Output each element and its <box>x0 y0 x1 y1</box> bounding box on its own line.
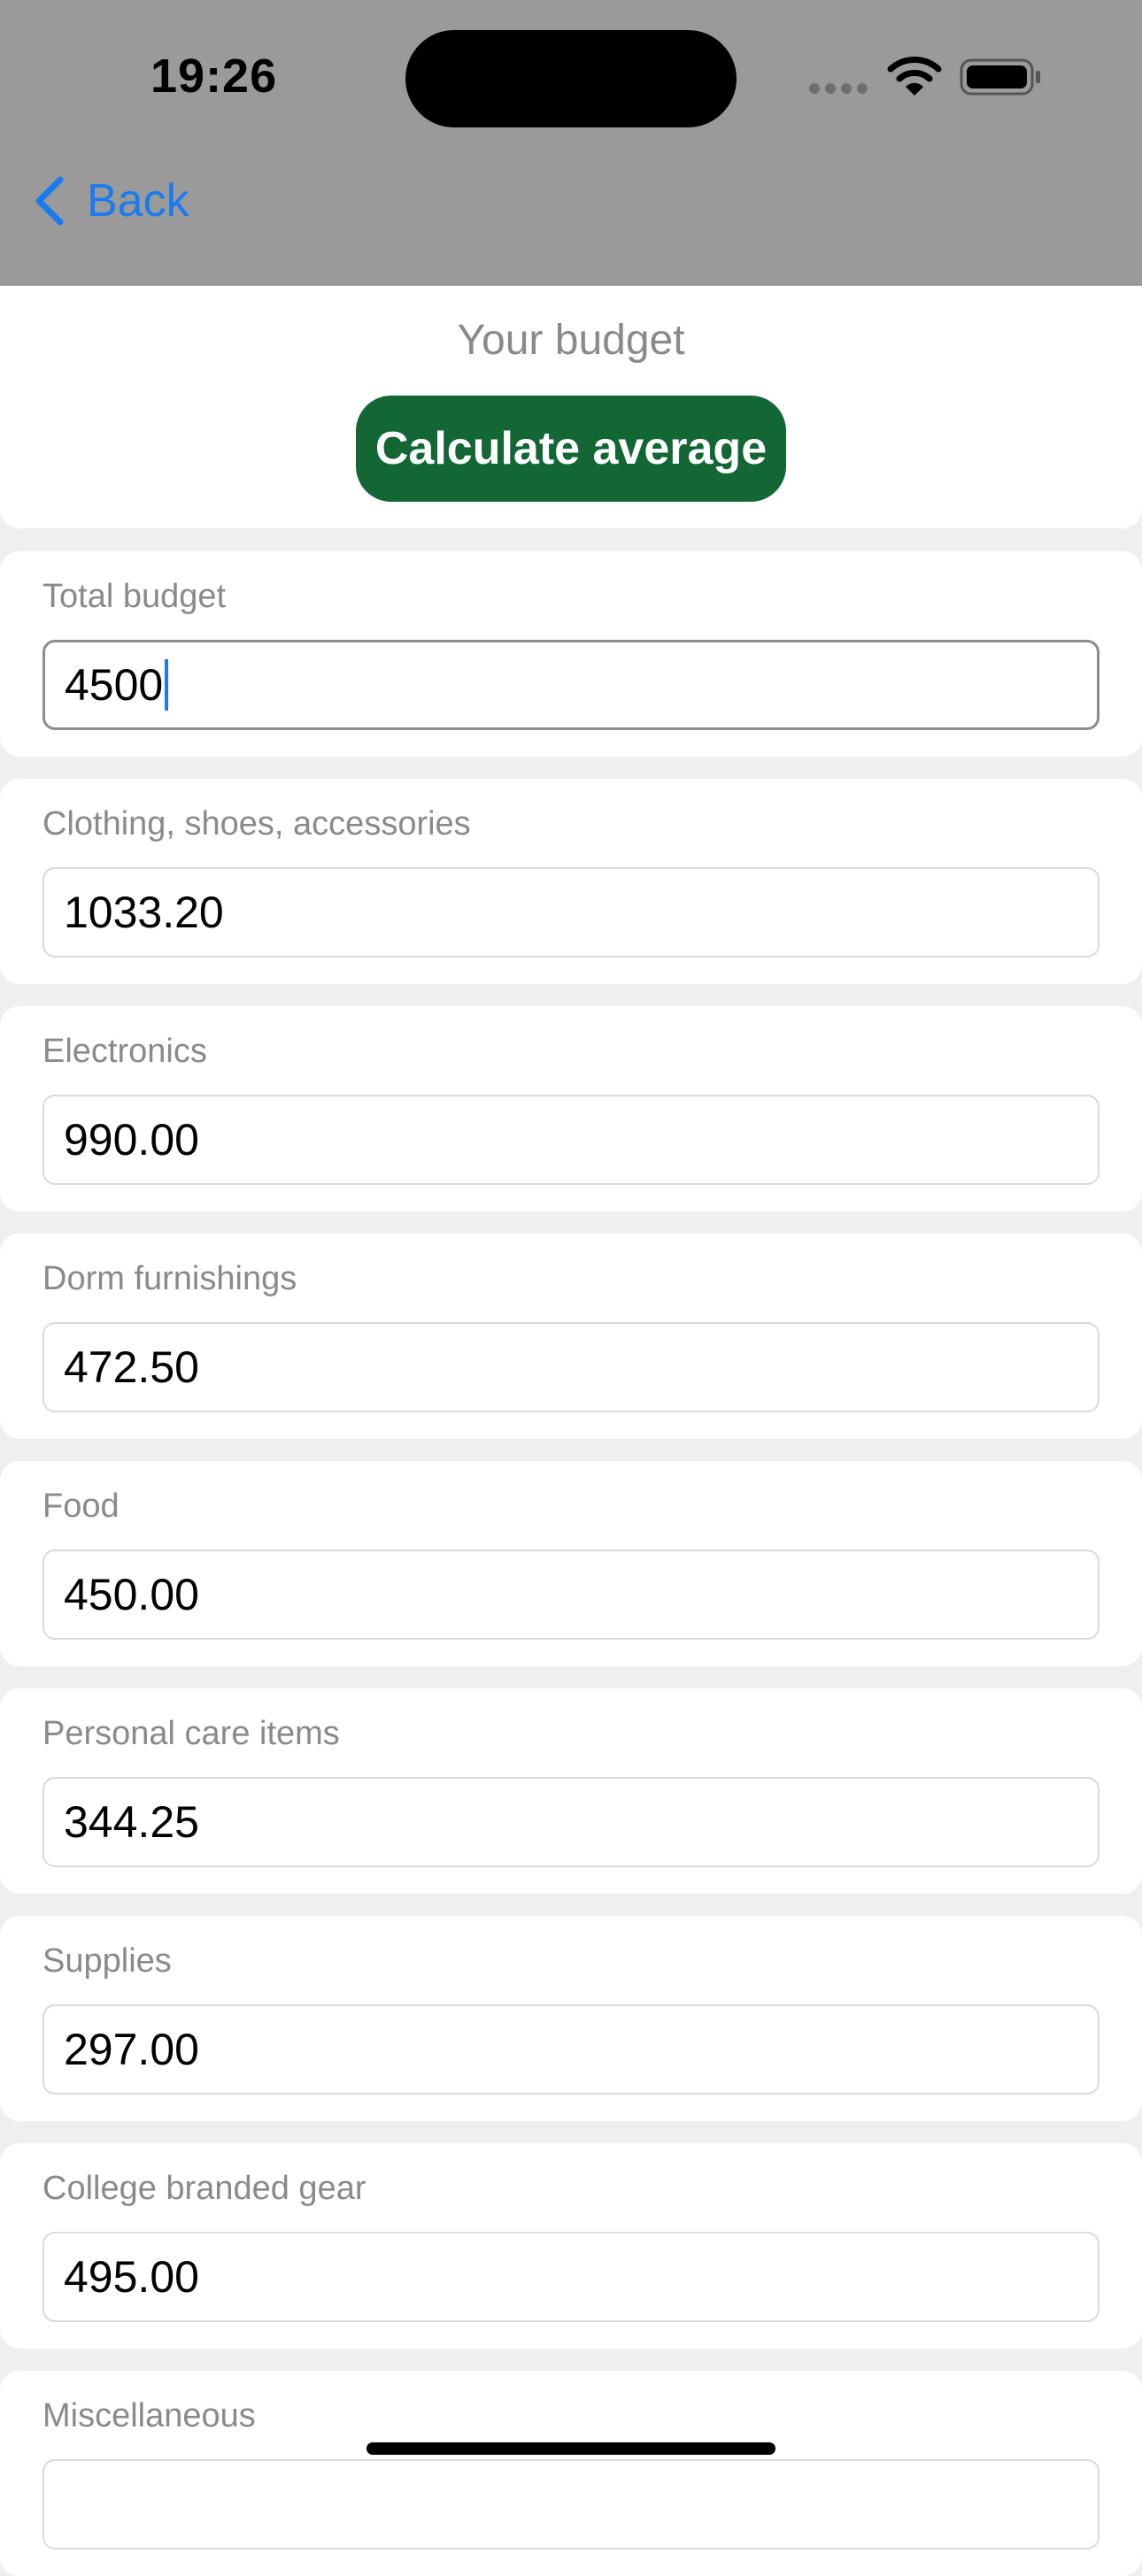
field-label: Food <box>42 1488 120 1525</box>
field-label: Personal care items <box>42 1715 340 1752</box>
field-label: Supplies <box>42 1942 172 1980</box>
nav-header: 19:26 Back <box>0 0 1142 286</box>
field-value: 495.00 <box>64 2252 199 2302</box>
field-card-dorm-furnishings: Dorm furnishings 472.50 <box>0 1234 1142 1439</box>
field-card-college-gear: College branded gear 495.00 <box>0 2143 1142 2349</box>
budget-header-card: Your budget Calculate average <box>0 286 1142 528</box>
home-indicator[interactable] <box>367 2442 775 2455</box>
status-time: 19:26 <box>150 50 278 103</box>
field-value: 450.00 <box>64 1570 199 1619</box>
personal-care-input[interactable]: 344.25 <box>42 1777 1100 1867</box>
field-label: Miscellaneous <box>42 2397 256 2434</box>
field-card-food: Food 450.00 <box>0 1461 1142 1666</box>
text-caret <box>165 659 169 711</box>
calculate-average-button[interactable]: Calculate average <box>356 396 786 502</box>
field-value: 990.00 <box>64 1115 199 1165</box>
field-card-miscellaneous: Miscellaneous <box>0 2371 1142 2576</box>
field-label: Clothing, shoes, accessories <box>42 805 471 842</box>
supplies-input[interactable]: 297.00 <box>42 2004 1100 2095</box>
cellular-signal-icon <box>809 83 868 94</box>
food-input[interactable]: 450.00 <box>42 1549 1100 1640</box>
field-value: 297.00 <box>64 2025 199 2074</box>
dynamic-island <box>405 30 737 127</box>
back-label: Back <box>87 175 189 227</box>
field-label: Total budget <box>42 578 227 615</box>
field-label: College branded gear <box>42 2170 367 2207</box>
field-value: 472.50 <box>64 1342 199 1392</box>
clothing-input[interactable]: 1033.20 <box>42 867 1100 957</box>
total-budget-input[interactable]: 4500 <box>42 640 1100 730</box>
field-card-total-budget: Total budget 4500 <box>0 551 1142 757</box>
dorm-furnishings-input[interactable]: 472.50 <box>42 1322 1100 1412</box>
wifi-icon <box>887 57 942 96</box>
field-value: 344.25 <box>64 1797 199 1847</box>
page-title: Your budget <box>457 317 685 364</box>
field-label: Dorm furnishings <box>42 1260 297 1297</box>
college-gear-input[interactable]: 495.00 <box>42 2232 1100 2322</box>
field-value: 4500 <box>65 660 164 710</box>
miscellaneous-input[interactable] <box>42 2459 1100 2549</box>
electronics-input[interactable]: 990.00 <box>42 1095 1100 1185</box>
field-card-electronics: Electronics 990.00 <box>0 1006 1142 1211</box>
chevron-left-icon <box>35 176 64 226</box>
field-label: Electronics <box>42 1033 207 1070</box>
field-card-personal-care: Personal care items 344.25 <box>0 1688 1142 1894</box>
field-value: 1033.20 <box>64 888 224 937</box>
battery-icon <box>960 58 1040 96</box>
field-card-supplies: Supplies 297.00 <box>0 1916 1142 2121</box>
back-button[interactable]: Back <box>32 168 189 234</box>
field-card-clothing: Clothing, shoes, accessories 1033.20 <box>0 779 1142 984</box>
